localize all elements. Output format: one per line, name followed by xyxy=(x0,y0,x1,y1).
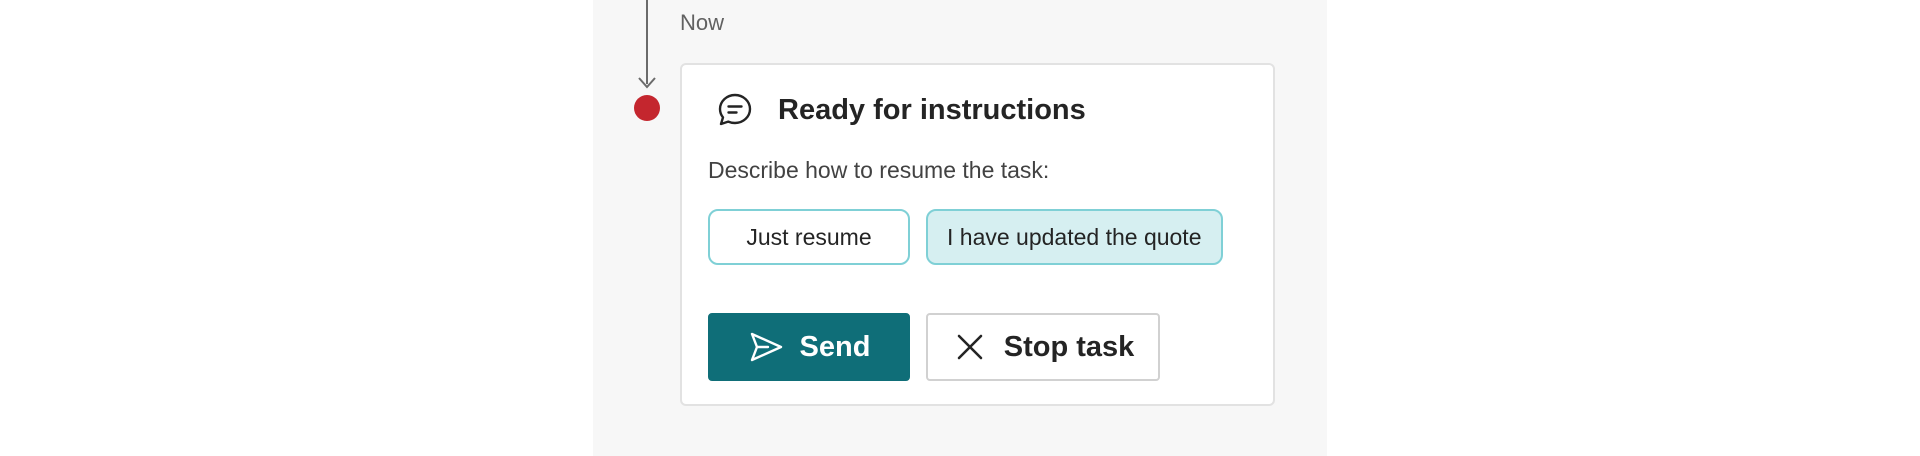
suggestion-chip-updated-quote[interactable]: I have updated the quote xyxy=(926,209,1223,265)
stop-task-button[interactable]: Stop task xyxy=(926,313,1160,381)
card-header: Ready for instructions xyxy=(716,91,1086,129)
card-title: Ready for instructions xyxy=(778,93,1086,126)
task-panel: Now Ready for instructions Describe how … xyxy=(593,0,1327,456)
suggestion-chip-just-resume[interactable]: Just resume xyxy=(708,209,910,265)
send-icon xyxy=(750,332,782,362)
send-button-label: Send xyxy=(799,330,871,363)
status-dot xyxy=(634,95,660,121)
close-icon xyxy=(957,334,983,360)
stop-task-button-label: Stop task xyxy=(1003,330,1135,363)
send-button[interactable]: Send xyxy=(708,313,910,381)
timeline-arrow-icon xyxy=(638,77,656,89)
suggestion-chips: Just resume I have updated the quote xyxy=(708,209,1223,265)
card-actions: Send Stop task xyxy=(708,313,1160,381)
chat-bubble-icon xyxy=(718,93,752,126)
timeline-line xyxy=(646,0,648,84)
instruction-card: Ready for instructions Describe how to r… xyxy=(680,63,1275,406)
card-description: Describe how to resume the task: xyxy=(708,157,1050,183)
timestamp-label: Now xyxy=(680,10,725,35)
